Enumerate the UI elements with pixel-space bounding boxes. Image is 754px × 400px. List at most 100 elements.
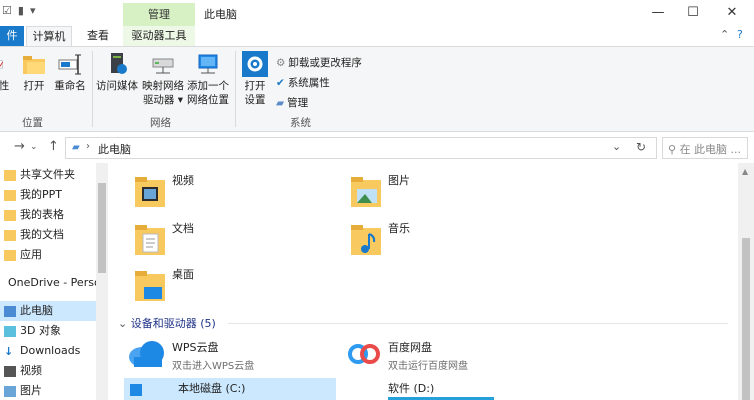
forward-button[interactable]: →: [14, 139, 25, 154]
devices-section-label: 设备和驱动器 (5): [130, 317, 216, 330]
d-drive-name: 软件 (D:): [388, 382, 435, 395]
folder-quick-icon[interactable]: ▮: [18, 4, 24, 17]
music-folder-icon: [351, 225, 381, 255]
folder-icon: [4, 189, 16, 201]
maximize-button[interactable]: ☐: [673, 3, 713, 23]
nav-label: 视频: [20, 364, 42, 377]
folder-music[interactable]: 音乐: [350, 222, 410, 257]
document-folder-icon: [135, 225, 165, 255]
folder-icon: [4, 169, 16, 181]
folder-videos[interactable]: 视频: [134, 174, 194, 209]
system-properties-button[interactable]: ✔ 系统属性: [276, 75, 330, 90]
scroll-up-icon[interactable]: ▲: [742, 167, 748, 176]
folder-icon: [4, 229, 16, 241]
nav-item-pictures[interactable]: 图片: [0, 381, 96, 400]
customize-qat-icon[interactable]: ▾: [30, 4, 36, 17]
tile-wps-cloud[interactable]: WPS云盘 双击进入WPS云盘: [128, 339, 254, 372]
nav-label: 我的文档: [20, 228, 64, 241]
open-settings-button[interactable]: 打开 设置: [240, 51, 270, 107]
breadcrumb-chevron-icon: ›: [86, 141, 90, 152]
folder-icon: [4, 249, 16, 261]
folder-label: 文档: [172, 222, 194, 235]
nav-label: 我的PPT: [20, 188, 62, 201]
up-button[interactable]: ↑: [48, 139, 59, 154]
tab-view[interactable]: 查看: [80, 26, 116, 46]
open-settings-label-2: 设置: [244, 94, 266, 106]
uninstall-program-button[interactable]: ⚙ 卸载或更改程序: [276, 55, 362, 70]
content-scroll-thumb[interactable]: [742, 238, 750, 400]
network-group-label: 网络: [150, 117, 171, 129]
computer-icon: [4, 305, 16, 317]
open-button[interactable]: 打开: [20, 51, 48, 93]
nav-item-this-pc[interactable]: 此电脑: [0, 301, 96, 321]
tile-baidu-netdisk[interactable]: 百度网盘 双击运行百度网盘: [346, 339, 468, 372]
nav-item-my-tables[interactable]: 我的表格: [0, 205, 96, 225]
nav-item-3d-objects[interactable]: 3D 对象: [0, 321, 96, 341]
add-network-location-button[interactable]: 添加一个 网络位置: [186, 51, 230, 107]
nav-item-my-docs[interactable]: 我的文档: [0, 225, 96, 245]
rename-icon: [58, 54, 81, 75]
folder-label: 音乐: [388, 222, 410, 235]
nav-item-apps[interactable]: 应用: [0, 245, 96, 265]
content-scrollbar[interactable]: ▲: [738, 163, 754, 400]
nav-item-downloads[interactable]: ↓ Downloads: [0, 341, 96, 361]
tab-file[interactable]: 件: [0, 26, 24, 46]
folder-pictures[interactable]: 图片: [350, 174, 410, 209]
open-folder-icon: [23, 56, 45, 74]
context-tab-manage[interactable]: 管理: [123, 3, 195, 26]
manage-button[interactable]: ▰ 管理: [276, 95, 308, 110]
nav-item-shared-folder[interactable]: 共享文件夹: [0, 165, 96, 185]
properties-quick-icon[interactable]: ☑: [2, 4, 12, 17]
nav-item-my-ppt[interactable]: 我的PPT: [0, 185, 96, 205]
tile-drive-d[interactable]: 软件 (D:): [346, 378, 434, 396]
settings-gear-icon: [242, 51, 268, 77]
tile-local-disk-c[interactable]: 本地磁盘 (C:): [124, 378, 336, 400]
nav-label: Downloads: [20, 344, 81, 357]
tab-drive-tools[interactable]: 驱动器工具: [123, 26, 195, 46]
map-network-drive-button[interactable]: 映射网络 驱动器 ▾: [141, 51, 185, 107]
properties-button[interactable]: 性: [0, 51, 10, 93]
folder-label: 桌面: [172, 268, 194, 281]
open-settings-label-1: 打开: [244, 80, 266, 92]
recent-locations-icon[interactable]: ⌄: [30, 142, 38, 152]
group-separator: [235, 51, 236, 127]
network-location-icon: [198, 54, 218, 74]
properties-label: 性: [0, 80, 10, 92]
devices-section-header[interactable]: ⌄ 设备和驱动器 (5): [118, 315, 216, 331]
add-location-label-2: 网络位置: [187, 94, 229, 106]
computer-location-icon: ▰: [72, 142, 80, 153]
uninstall-icon: ⚙: [276, 56, 286, 69]
section-divider: [228, 323, 728, 324]
nav-scrollbar[interactable]: [96, 163, 108, 400]
nav-item-onedrive[interactable]: OneDrive - Perso: [0, 273, 96, 293]
breadcrumb[interactable]: 此电脑: [98, 141, 131, 157]
title-bar: ☑ ▮ ▾ 管理 此电脑 — ☐ ✕: [0, 0, 754, 26]
access-media-button[interactable]: 访问媒体: [96, 51, 138, 93]
search-input[interactable]: ⚲ 在 此电脑 ...: [662, 137, 748, 159]
system-group-label: 系统: [290, 117, 311, 129]
wps-cloud-icon: [129, 341, 164, 367]
help-icon[interactable]: ?: [737, 28, 743, 41]
system-properties-icon: ✔: [276, 76, 285, 89]
nav-scroll-thumb[interactable]: [98, 183, 106, 273]
wps-cloud-subtitle: 双击进入WPS云盘: [172, 361, 255, 372]
nav-label: 我的表格: [20, 208, 64, 221]
folder-documents[interactable]: 文档: [134, 222, 194, 257]
tab-computer[interactable]: 计算机: [26, 26, 72, 46]
folder-desktop[interactable]: 桌面: [134, 268, 194, 303]
collapse-ribbon-icon[interactable]: ⌃: [720, 28, 729, 41]
refresh-icon[interactable]: ↻: [636, 140, 646, 154]
minimize-button[interactable]: —: [638, 3, 678, 23]
download-arrow-icon: ↓: [4, 344, 14, 358]
c-drive-name: 本地磁盘 (C:): [178, 382, 246, 395]
add-location-label-1: 添加一个: [187, 80, 229, 92]
close-button[interactable]: ✕: [712, 3, 752, 23]
open-label: 打开: [23, 80, 45, 92]
video-folder-icon: [135, 177, 165, 207]
rename-button[interactable]: 重命名: [52, 51, 88, 93]
nav-label: 此电脑: [20, 304, 53, 317]
address-bar[interactable]: ▰ › 此电脑 ⌄ ↻: [65, 137, 657, 159]
address-dropdown-icon[interactable]: ⌄: [612, 140, 621, 153]
expand-chevron-icon: ⌄: [118, 317, 128, 330]
nav-item-videos[interactable]: 视频: [0, 361, 96, 381]
